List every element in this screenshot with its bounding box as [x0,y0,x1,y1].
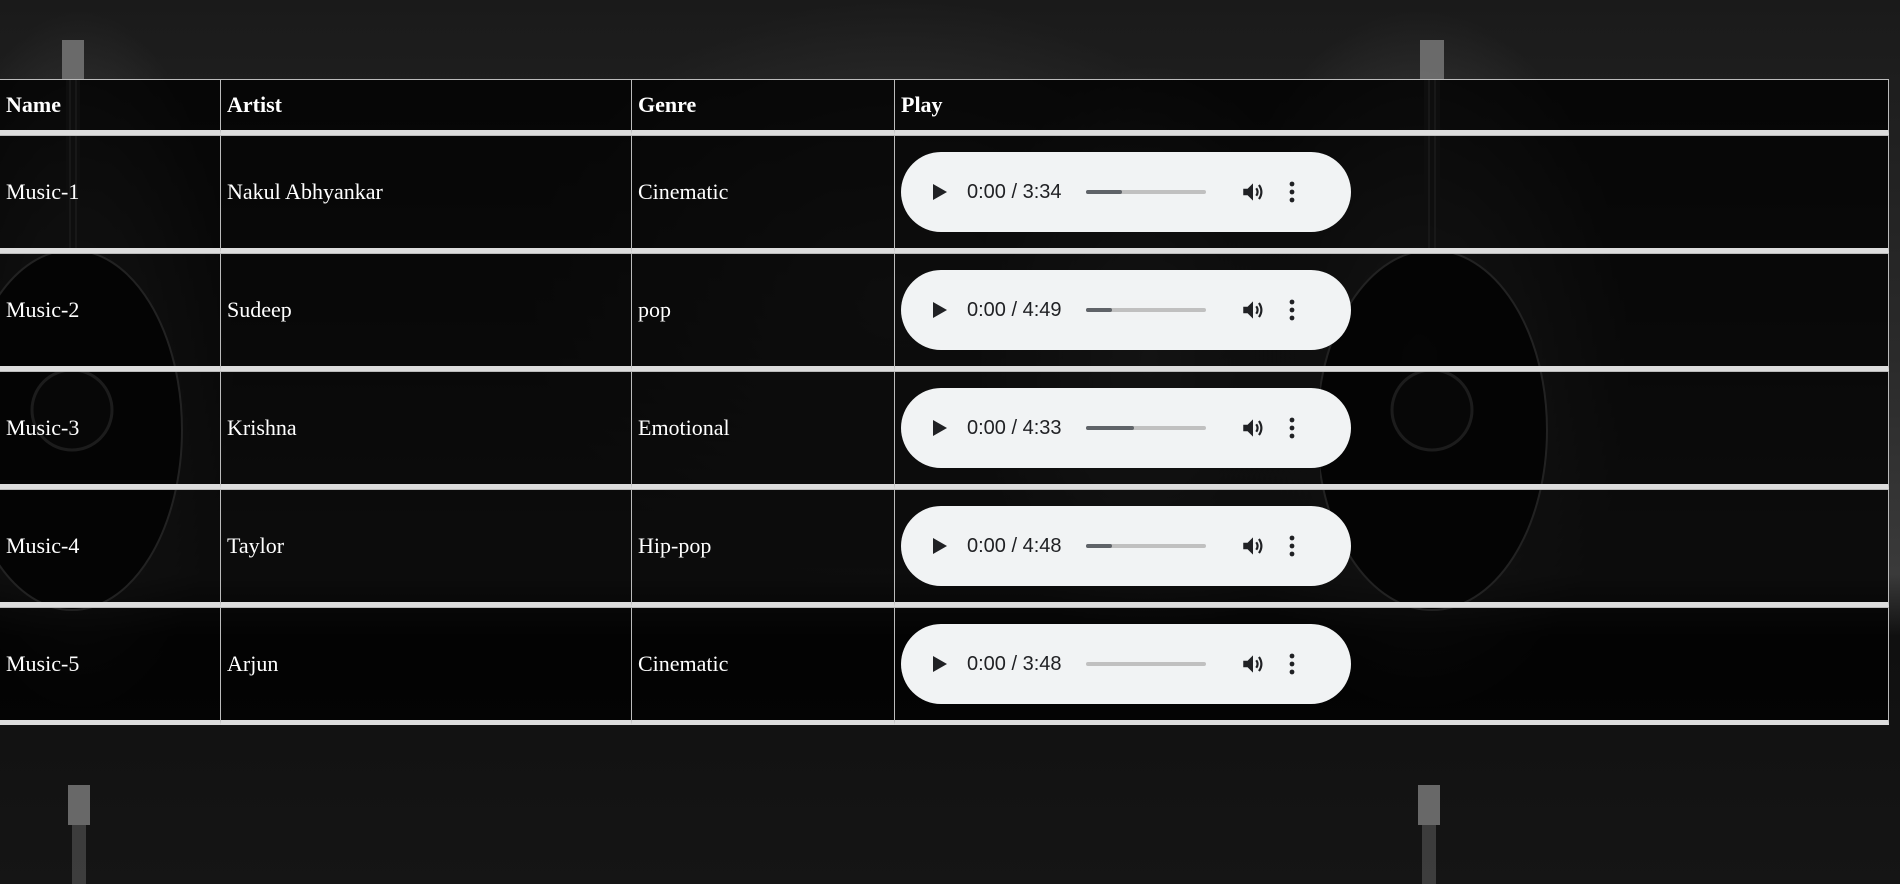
track-name: Music-5 [0,607,220,725]
audio-player[interactable]: 0:00 / 3:34 [901,152,1351,232]
audio-time: 0:00 / 3:48 [967,652,1062,675]
track-genre: Hip-pop [631,489,894,607]
audio-player[interactable]: 0:00 / 4:49 [901,270,1351,350]
audio-buffered-fill [1085,308,1112,312]
audio-time: 0:00 / 3:34 [967,180,1062,203]
play-icon[interactable] [929,536,949,556]
track-name: Music-2 [0,253,220,371]
audio-player[interactable]: 0:00 / 3:48 [901,624,1351,704]
audio-progress-slider[interactable] [1085,190,1206,194]
audio-progress-slider[interactable] [1085,662,1206,666]
track-genre: pop [631,253,894,371]
table-header-row: Name Artist Genre Play [0,79,1889,135]
table-row: Music-5 Arjun Cinematic 0:00 / 3:48 [0,607,1889,725]
audio-time: 0:00 / 4:33 [967,416,1062,439]
track-name: Music-3 [0,371,220,489]
audio-progress-slider[interactable] [1085,426,1206,430]
track-artist: Krishna [220,371,631,489]
audio-time: 0:00 / 4:49 [967,298,1062,321]
track-genre: Cinematic [631,607,894,725]
track-play-cell: 0:00 / 4:49 [894,253,1889,371]
audio-progress-slider[interactable] [1085,308,1206,312]
track-artist: Taylor [220,489,631,607]
track-artist: Sudeep [220,253,631,371]
column-header-artist: Artist [220,79,631,135]
table-row: Music-3 Krishna Emotional 0:00 / 4:33 [0,371,1889,489]
track-play-cell: 0:00 / 3:34 [894,135,1889,253]
volume-icon[interactable] [1240,533,1266,559]
audio-player[interactable]: 0:00 / 4:48 [901,506,1351,586]
audio-player[interactable]: 0:00 / 4:33 [901,388,1351,468]
table-row: Music-4 Taylor Hip-pop 0:00 / 4:48 [0,489,1889,607]
column-header-name: Name [0,79,220,135]
track-play-cell: 0:00 / 3:48 [894,607,1889,725]
volume-icon[interactable] [1240,415,1266,441]
track-genre: Cinematic [631,135,894,253]
column-header-play: Play [894,79,1889,135]
volume-icon[interactable] [1240,651,1266,677]
more-options-icon[interactable] [1288,180,1296,204]
volume-icon[interactable] [1240,179,1266,205]
audio-buffered-fill [1085,426,1134,430]
track-artist: Nakul Abhyankar [220,135,631,253]
guitar-image-bottom-left [68,785,90,884]
volume-icon[interactable] [1240,297,1266,323]
audio-progress-slider[interactable] [1085,544,1206,548]
table-row: Music-2 Sudeep pop 0:00 / 4:49 [0,253,1889,371]
audio-buffered-fill [1085,544,1112,548]
more-options-icon[interactable] [1288,416,1296,440]
play-icon[interactable] [929,182,949,202]
play-icon[interactable] [929,300,949,320]
play-icon[interactable] [929,654,949,674]
track-name: Music-1 [0,135,220,253]
track-genre: Emotional [631,371,894,489]
more-options-icon[interactable] [1288,534,1296,558]
more-options-icon[interactable] [1288,652,1296,676]
audio-buffered-fill [1085,190,1122,194]
music-table: Name Artist Genre Play Music-1 Nakul Abh… [0,79,1889,725]
play-icon[interactable] [929,418,949,438]
more-options-icon[interactable] [1288,298,1296,322]
guitar-image-bottom-right [1418,785,1440,884]
track-name: Music-4 [0,489,220,607]
table-row: Music-1 Nakul Abhyankar Cinematic 0:00 /… [0,135,1889,253]
track-artist: Arjun [220,607,631,725]
audio-time: 0:00 / 4:48 [967,534,1062,557]
track-play-cell: 0:00 / 4:33 [894,371,1889,489]
track-play-cell: 0:00 / 4:48 [894,489,1889,607]
column-header-genre: Genre [631,79,894,135]
